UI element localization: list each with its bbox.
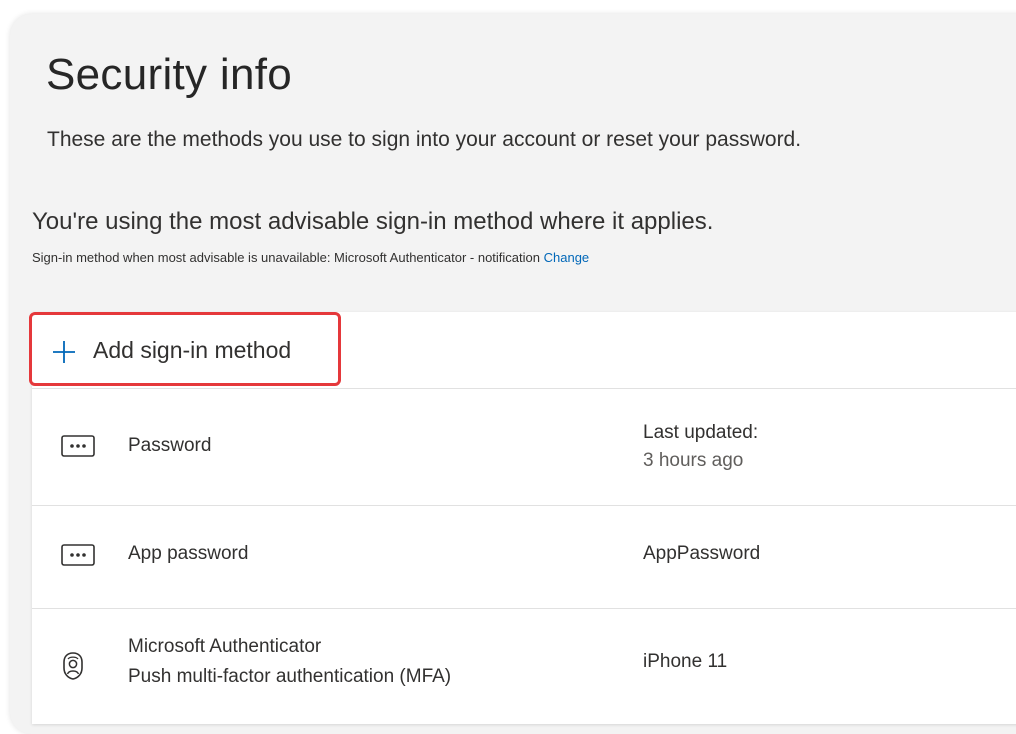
method-row-password: Password Last updated: 3 hours ago — [32, 389, 1016, 506]
method-detail-value: iPhone 11 — [643, 651, 728, 672]
add-sign-in-method-button[interactable]: Add sign-in method — [29, 312, 341, 386]
method-name: App password — [128, 543, 249, 564]
methods-panel: Add sign-in method Password Last updated… — [29, 312, 1016, 724]
plus-icon — [53, 341, 75, 363]
password-dots-icon — [61, 435, 95, 457]
fallback-method-text: Sign-in method when most advisable is un… — [32, 250, 589, 265]
method-row-authenticator: Microsoft Authenticator Push multi-facto… — [32, 609, 1016, 724]
method-detail-value: 3 hours ago — [643, 450, 744, 471]
add-method-row: Add sign-in method — [29, 312, 1016, 389]
add-sign-in-method-label: Add sign-in method — [93, 337, 292, 363]
advisable-headline: You're using the most advisable sign-in … — [32, 208, 714, 235]
method-name: Password — [128, 435, 212, 456]
method-subtitle: Push multi-factor authentication (MFA) — [128, 666, 452, 687]
security-info-card: Security info These are the methods you … — [10, 14, 1016, 734]
page-subtitle: These are the methods you use to sign in… — [47, 128, 802, 151]
method-detail-value: AppPassword — [643, 543, 761, 564]
change-default-method-link[interactable]: Change — [544, 250, 590, 265]
method-detail-label: Last updated: — [643, 422, 759, 443]
fallback-method-label: Sign-in method when most advisable is un… — [32, 250, 540, 265]
method-row-app-password: App password AppPassword — [32, 506, 1016, 609]
authenticator-icon — [63, 652, 83, 680]
method-name: Microsoft Authenticator — [128, 636, 322, 657]
password-dots-icon — [61, 544, 95, 566]
page-title: Security info — [46, 50, 293, 99]
